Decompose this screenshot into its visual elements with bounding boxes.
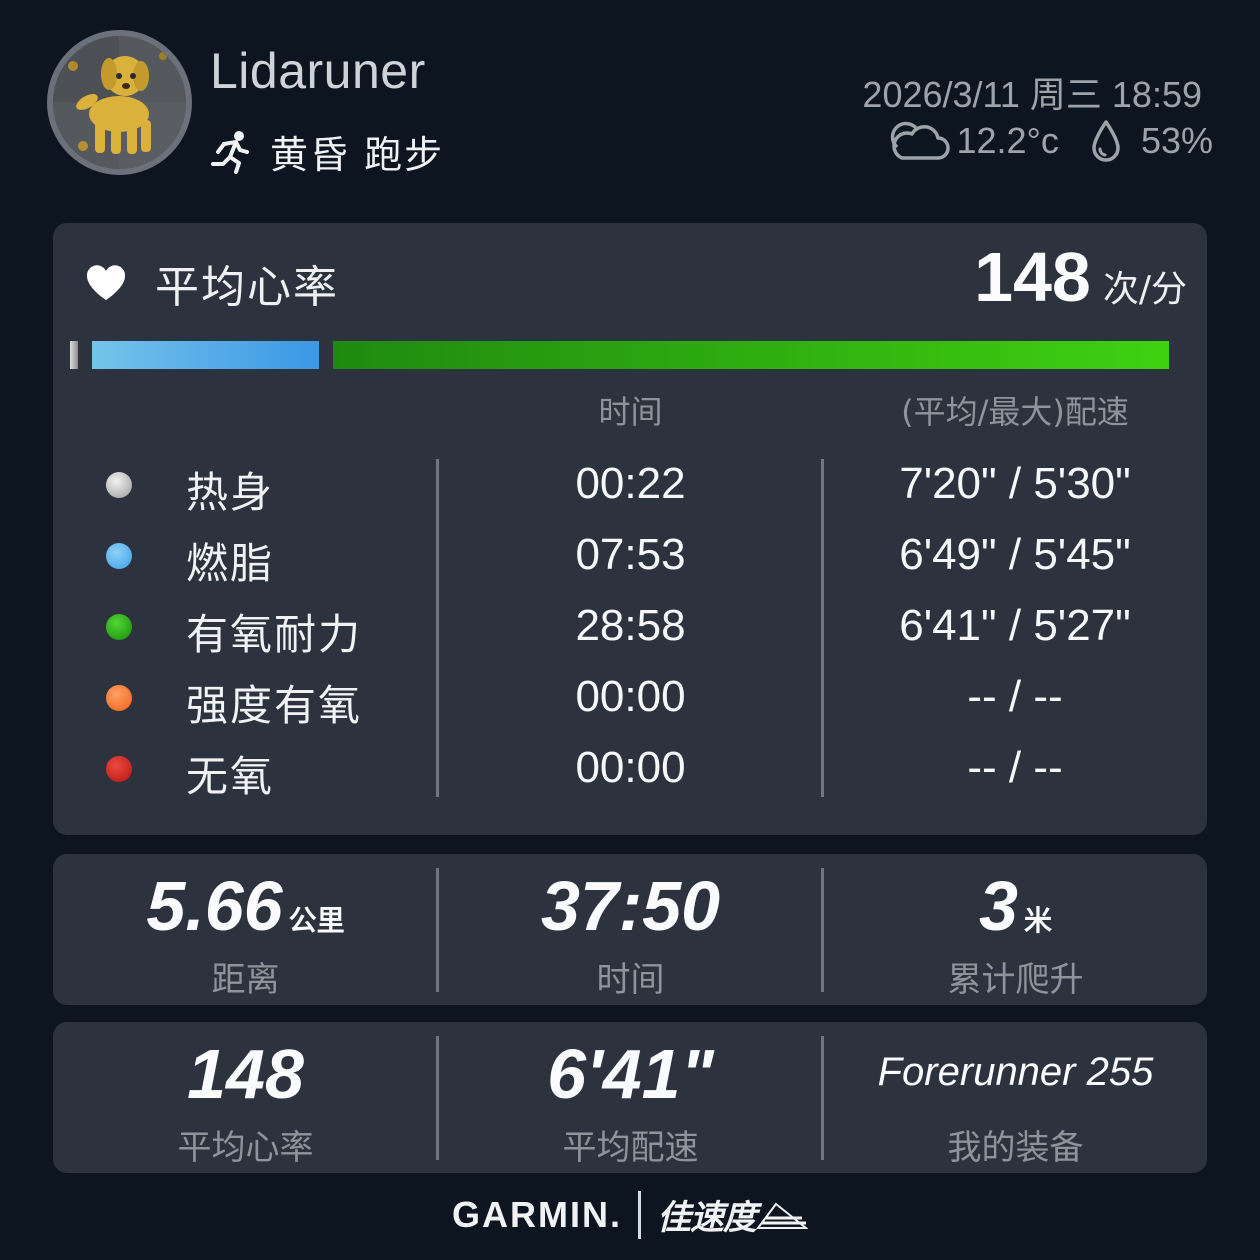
zone-time: 00:22 <box>575 459 686 508</box>
activity-datetime: 2026/3/11 周三 18:59 <box>862 74 1202 115</box>
zone-time: 00:00 <box>575 672 686 721</box>
temperature: 12.2°c <box>956 120 1059 161</box>
distance-unit: 公里 <box>288 905 345 936</box>
activity-share-card: Lidaruner 黄昏 跑步 2026/3/11 周三 18:59 12.2°… <box>0 0 1260 1260</box>
zone-name: 燃脂 <box>186 539 275 588</box>
zone-dot <box>106 614 132 640</box>
humidity: 53% <box>1140 120 1213 161</box>
partner-logo: 佳速度 <box>657 1198 757 1238</box>
elevation-label: 累计爬升 <box>947 960 1084 1000</box>
stat-duration: 37:50 时间 <box>438 854 823 1005</box>
activity-type: 黄昏 跑步 <box>210 124 444 179</box>
zone-row-fatburn: 燃脂 07:53 6'49" / 5'45" <box>53 530 1207 588</box>
heart-rate-unit: 次/分 <box>1102 269 1187 310</box>
zone-dot <box>106 472 132 498</box>
column-header-pace: (平均/最大)配速 <box>901 393 1129 431</box>
zone-pace: 6'49" / 5'45" <box>899 530 1131 579</box>
zone-dot <box>106 543 132 569</box>
avg-heart-rate-value: 148 <box>187 1035 304 1113</box>
zone-name: 有氧耐力 <box>186 610 363 659</box>
heart-icon <box>86 265 126 300</box>
zone-time: 00:00 <box>575 743 686 792</box>
zone-time: 28:58 <box>575 601 686 650</box>
speed-lines-icon <box>756 1202 808 1229</box>
zone-dot <box>106 685 132 711</box>
elevation-unit: 米 <box>1023 905 1052 936</box>
elevation-value: 3 <box>979 867 1018 945</box>
distance-label: 距离 <box>211 960 280 1000</box>
column-header-time: 时间 <box>598 393 663 431</box>
zone-pace: -- / -- <box>967 743 1063 792</box>
zone-name: 热身 <box>186 468 275 517</box>
stat-distance: 5.66 公里 距离 <box>53 854 438 1005</box>
zone-name: 强度有氧 <box>186 681 363 730</box>
zone-row-warmup: 热身 00:22 7'20" / 5'30" <box>53 459 1207 517</box>
duration-value: 37:50 <box>540 867 721 945</box>
avg-pace-label: 平均配速 <box>562 1128 699 1168</box>
summary-stats-card: 5.66 公里 距离 37:50 时间 3米 累计爬升 <box>53 854 1207 1005</box>
zone-row-threshold: 强度有氧 00:00 -- / -- <box>53 672 1207 730</box>
logo-divider <box>638 1190 641 1239</box>
stat-avg-heart-rate: 148 平均心率 <box>53 1022 438 1173</box>
average-heart-rate: 148 次/分 <box>974 237 1187 317</box>
weather-info: 12.2°c 53% <box>888 118 1213 164</box>
zone-name: 无氧 <box>186 752 275 801</box>
user-avatar[interactable] <box>47 30 192 175</box>
heart-rate-value: 148 <box>974 238 1091 316</box>
device-label: 我的装备 <box>947 1128 1084 1168</box>
distance-value: 5.66 <box>146 867 283 945</box>
heart-rate-header: 平均心率 <box>85 251 339 315</box>
summary-stats-card-2: 148 平均心率 6'41" 平均配速 Forerunner 255 我的装备 <box>53 1022 1207 1173</box>
username: Lidaruner <box>210 43 426 99</box>
zone-row-anaerobic: 无氧 00:00 -- / -- <box>53 743 1207 801</box>
zone-pace: -- / -- <box>967 672 1063 721</box>
heart-rate-zone-card: 平均心率 148 次/分 时间 (平均/最大)配速 热身 00:22 7'20"… <box>53 223 1207 835</box>
stat-elevation: 3米 累计爬升 <box>823 854 1208 1005</box>
zone-bar-fatburn <box>92 341 319 369</box>
running-icon <box>211 130 249 174</box>
zone-time: 07:53 <box>575 530 686 579</box>
avg-pace-value: 6'41" <box>547 1035 714 1113</box>
dog-avatar-image <box>53 36 186 169</box>
zone-bar-warmup <box>70 341 78 369</box>
zone-row-aerobic: 有氧耐力 28:58 6'41" / 5'27" <box>53 601 1207 659</box>
stat-avg-pace: 6'41" 平均配速 <box>438 1022 823 1173</box>
garmin-logo: GARMIN. <box>452 1193 622 1235</box>
avg-heart-rate-label: 平均心率 <box>177 1128 314 1168</box>
device-name: Forerunner 255 <box>877 1050 1154 1094</box>
duration-label: 时间 <box>596 960 665 1000</box>
humidity-drop-icon <box>1092 120 1120 162</box>
zone-dot <box>106 756 132 782</box>
heart-rate-zone-bar <box>70 341 1190 369</box>
cloud-icon <box>891 121 951 160</box>
zone-pace: 7'20" / 5'30" <box>899 459 1131 508</box>
footer-branding: GARMIN. 佳速度 <box>0 1190 1260 1239</box>
heart-rate-title: 平均心率 <box>155 262 339 313</box>
zone-bar-aerobic <box>333 341 1169 369</box>
zone-pace: 6'41" / 5'27" <box>899 601 1131 650</box>
stat-device[interactable]: Forerunner 255 我的装备 <box>823 1022 1208 1173</box>
activity-label: 黄昏 跑步 <box>270 133 445 177</box>
